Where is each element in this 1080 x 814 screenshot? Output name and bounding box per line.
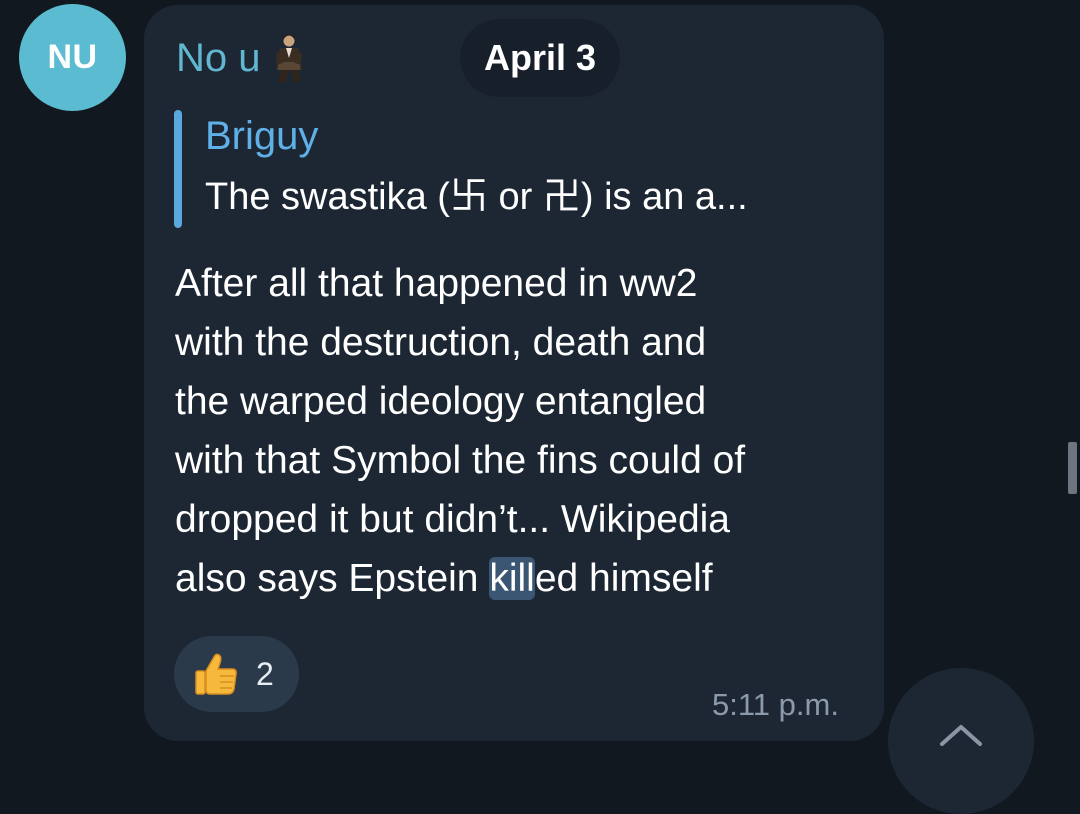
sender-row: No u [176,32,309,84]
message-line: After all that happened in ww2 [175,262,698,305]
chevron-up-icon [940,725,982,746]
date-separator: April 3 [460,19,620,97]
reply-author: Briguy [205,114,319,158]
message-line: with the destruction, death and [175,321,707,364]
figure-sticker-icon [275,34,302,82]
message-line: with that Symbol the fins could of [175,439,746,482]
message-text-after-highlight: ed himself [534,557,713,600]
message-text-before-highlight: also says Epstein [175,557,490,600]
date-separator-label: April 3 [483,37,597,78]
message-line: dropped it but didn’t... Wikipedia [175,498,730,541]
reply-quote-bar [174,110,182,228]
reaction-count: 2 [256,655,274,692]
reply-text: The swastika (卐 or 卍) is an a... [205,176,748,218]
avatar-initials: NU [47,38,98,76]
reaction-chip[interactable]: 2 [174,636,299,712]
message-text: After all that happened in ww2 with the … [175,254,865,608]
message-line-last: also says Epstein killed himself [175,549,865,608]
message-line: the warped ideology entangled [175,380,707,423]
reply-quote[interactable]: Briguy The swastika (卐 or 卍) is an a... [174,110,854,228]
thumbs-up-icon [195,653,237,695]
scroll-button[interactable] [888,668,1034,814]
avatar[interactable]: NU [19,4,126,111]
sender-name[interactable]: No u [176,36,261,81]
search-highlight: kill [489,557,535,600]
message-timestamp: 5:11 p.m. [712,687,839,722]
scrollbar-thumb[interactable] [1068,442,1077,494]
